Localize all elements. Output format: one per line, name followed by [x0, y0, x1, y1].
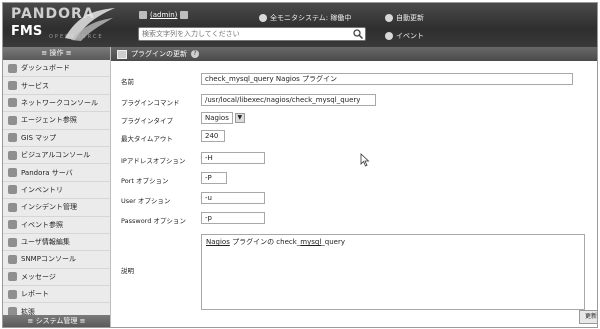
- system-status-text[interactable]: 全モニタシステム: 稼働中: [270, 13, 351, 23]
- sidebar-item-dashboard[interactable]: ダッシュボード: [3, 60, 110, 78]
- sidebar-item-label: ビジュアルコンソール: [21, 151, 91, 160]
- password-option-label: Password オプション: [121, 217, 186, 225]
- sidebar-item-visual-console[interactable]: ビジュアルコンソール: [3, 147, 110, 165]
- events-link-label[interactable]: イベント: [396, 31, 424, 41]
- visual-console-icon: [8, 150, 17, 160]
- sidebar-item-label: SNMPコンソール: [21, 255, 76, 264]
- plugin-icon: [117, 49, 127, 59]
- sidebar-item-label: レポート: [21, 290, 49, 299]
- status-ok-icon: [259, 14, 267, 22]
- sidebar-item-label: インシデント管理: [21, 203, 77, 212]
- user-icon: [8, 237, 17, 247]
- plugin-command-label: プラグインコマンド: [121, 99, 180, 107]
- sidebar-item-network-console[interactable]: ネットワークコンソール: [3, 95, 110, 113]
- sidebar-item-user-edit[interactable]: ユーザ情報編集: [3, 234, 110, 252]
- sidebar-item-label: メッセージ: [21, 272, 56, 281]
- page-title: プラグインの更新: [131, 50, 187, 58]
- report-icon: [8, 289, 17, 299]
- plugin-type-label: プラグインタイプ: [121, 117, 173, 125]
- autorefresh-toggle[interactable]: 自動更新: [385, 13, 424, 23]
- inventory-icon: [8, 185, 17, 195]
- update-button[interactable]: 更新: [579, 310, 597, 324]
- server-icon: [8, 168, 17, 178]
- sidebar-item-snmp-console[interactable]: SNMPコンソール: [3, 251, 110, 269]
- description-text: プラグインの check_: [229, 238, 301, 246]
- incident-icon: [8, 202, 17, 212]
- sidebar-item-label: インベントリ: [21, 185, 63, 194]
- sidebar-item-label: ダッシュボード: [21, 64, 70, 73]
- ip-option-field[interactable]: -H: [201, 152, 265, 164]
- logout-icon[interactable]: [180, 11, 189, 19]
- max-timeout-field[interactable]: 240: [201, 130, 225, 142]
- message-icon: [8, 272, 17, 282]
- max-timeout-label: 最大タイムアウト: [121, 135, 173, 143]
- logo-product: FMS: [11, 24, 43, 39]
- user-name-link[interactable]: (admin): [150, 11, 177, 19]
- description-mysql: mysql: [300, 238, 322, 246]
- events-icon: [8, 220, 17, 230]
- sidebar-item-label: ネットワークコンソール: [21, 98, 98, 107]
- search-input[interactable]: [139, 28, 353, 40]
- autorefresh-label[interactable]: 自動更新: [396, 13, 424, 23]
- system-status[interactable]: 全モニタシステム: 稼働中: [259, 13, 351, 23]
- mouse-cursor-icon: [360, 153, 370, 167]
- chevron-down-icon[interactable]: ▼: [234, 113, 245, 123]
- agent-icon: [8, 115, 17, 125]
- sidebar-item-inventory[interactable]: インベントリ: [3, 182, 110, 200]
- user-icon: [139, 11, 147, 19]
- name-label: 名前: [121, 78, 134, 86]
- sidebar-admin-header[interactable]: ≡ システム管理 ≡: [3, 315, 110, 327]
- sidebar-item-label: サービス: [21, 81, 49, 90]
- sidebar-item-services[interactable]: サービス: [3, 77, 110, 95]
- main-content: プラグインの更新 ? 名前 check_mysql_query Nagios プ…: [111, 47, 597, 327]
- description-nagios: Nagios: [206, 238, 230, 246]
- sidebar-operation-header[interactable]: ≡ 操作 ≡: [3, 47, 110, 60]
- help-icon[interactable]: ?: [191, 50, 199, 58]
- refresh-icon: [385, 14, 393, 22]
- globe-icon: [8, 133, 17, 143]
- user-info[interactable]: (admin): [139, 11, 189, 19]
- services-icon: [8, 81, 17, 91]
- page-header: プラグインの更新 ?: [111, 47, 597, 61]
- sidebar-item-label: ユーザ情報編集: [21, 238, 70, 247]
- user-option-field[interactable]: -u: [201, 192, 265, 204]
- ip-option-label: IPアドレスオプション: [121, 157, 186, 165]
- plugin-command-field[interactable]: /usr/local/libexec/nagios/check_mysql_qu…: [201, 94, 376, 106]
- search-box: [138, 27, 366, 41]
- sidebar-item-reports[interactable]: レポート: [3, 286, 110, 304]
- sidebar-item-label: エージェント参照: [21, 116, 77, 125]
- search-icon[interactable]: [352, 28, 364, 40]
- sidebar: ≡ 操作 ≡ ダッシュボード サービス ネットワークコンソール エージェント参照…: [3, 47, 111, 327]
- events-link[interactable]: イベント: [385, 31, 424, 41]
- plugin-type-select[interactable]: Nagios ▼: [201, 112, 245, 124]
- network-console-icon: [8, 98, 17, 108]
- port-option-label: Port オプション: [121, 177, 169, 185]
- description-query: _query: [321, 238, 346, 246]
- sidebar-menu: ダッシュボード サービス ネットワークコンソール エージェント参照 GIS マッ…: [3, 60, 110, 321]
- sidebar-item-messages[interactable]: メッセージ: [3, 269, 110, 287]
- snmp-icon: [8, 254, 17, 264]
- top-header: PANDORA FMS OPENSOURCE (admin) 全モニタシステム:…: [3, 3, 597, 47]
- sidebar-item-pandora-server[interactable]: Pandora サーバ: [3, 164, 110, 182]
- sidebar-item-label: イベント参照: [21, 220, 63, 229]
- sidebar-item-label: Pandora サーバ: [21, 168, 73, 177]
- user-option-label: User オプション: [121, 197, 171, 205]
- description-textarea[interactable]: Nagios プラグインの check_mysql_query: [201, 234, 585, 310]
- app-window: PANDORA FMS OPENSOURCE (admin) 全モニタシステム:…: [2, 2, 598, 328]
- description-label: 説明: [121, 267, 134, 275]
- name-field[interactable]: check_mysql_query Nagios プラグイン: [201, 73, 573, 85]
- password-option-field[interactable]: -p: [201, 212, 265, 224]
- events-header-icon: [385, 32, 393, 40]
- plugin-type-value[interactable]: Nagios: [201, 112, 233, 124]
- sidebar-item-events[interactable]: イベント参照: [3, 217, 110, 234]
- sidebar-item-agents[interactable]: エージェント参照: [3, 112, 110, 130]
- sidebar-item-incidents[interactable]: インシデント管理: [3, 199, 110, 217]
- pandora-fms-logo[interactable]: PANDORA FMS OPENSOURCE: [9, 6, 117, 44]
- dashboard-icon: [8, 63, 17, 73]
- logo-swirl-icon: [65, 8, 115, 41]
- sidebar-item-gis-map[interactable]: GIS マップ: [3, 130, 110, 147]
- port-option-field[interactable]: -P: [201, 172, 227, 184]
- sidebar-item-label: GIS マップ: [21, 133, 57, 142]
